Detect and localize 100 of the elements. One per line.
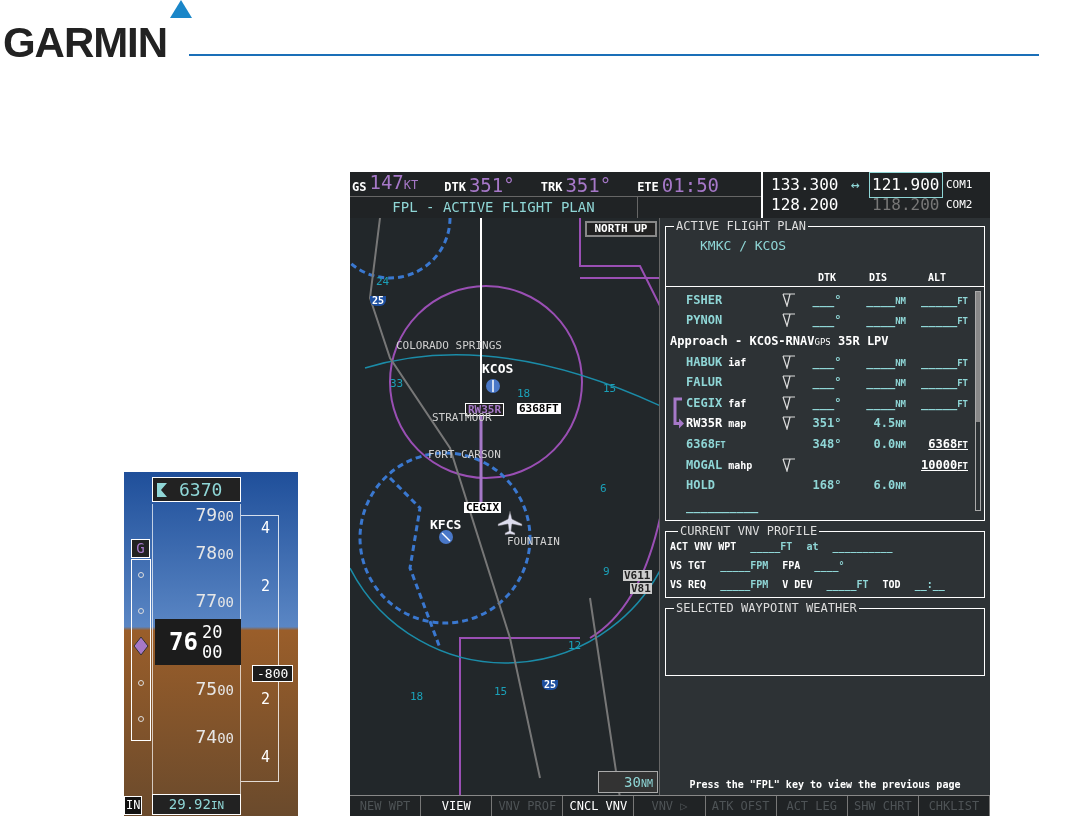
airport-icon [438,529,454,545]
vsi-label: 2 [261,692,271,707]
aircraft-icon [497,510,523,536]
vertical-speed-readout: -800 [252,665,294,682]
alt-value: 6368FT [927,435,968,453]
field-label: V DEV [782,578,813,592]
flight-plan-row[interactable]: 6368FT 348° 0.0NM 6368FT [686,433,984,455]
glideslope-flag: G [131,539,150,558]
field-value: at [806,540,819,554]
alt-value: _____FT [920,312,968,330]
column-header: DTK [816,270,838,285]
alt-value: _____FT [920,291,968,309]
dtk-value: ___° [811,374,843,392]
softkey[interactable]: VIEW [421,796,493,816]
vsi-label: 4 [261,750,271,765]
waypoint-name: HABUK iaf [686,353,748,371]
dis-value: ____NM [865,394,906,412]
hint-text: Press the "FPL" key to view the previous page [688,778,962,792]
triangle-icon [170,0,192,18]
selected-altitude: 6370 [179,478,223,502]
waypoint-name: FALUR [686,374,724,392]
flight-plan-row[interactable]: RW35R map 351° 4.5NM [686,413,984,434]
waypoint-name: __________ [686,497,760,515]
field-label: ACT VNV WPT [670,540,737,554]
com-label: COM1 [946,176,973,193]
swap-arrow: ↔ [849,174,861,196]
dis-value: 0.0NM [872,435,906,453]
range-ring-label: 18 [410,691,424,702]
nav-field-value: 351° [565,174,612,196]
field-label: FPA [782,559,801,573]
dis-value: 6.0NM [872,477,906,495]
com-standby-frequency[interactable]: 121.900 [869,172,943,198]
dis-value: ____NM [865,312,906,330]
alt-value: 10000FT [920,456,968,474]
altitude-tape-label: 7400 [195,728,234,746]
flight-plan-row[interactable]: MOGAL mahp 10000FT [686,454,984,475]
waypoint-label: CEGIX [464,502,502,513]
airway-label: V611 [623,570,652,581]
current-altitude: 76 [169,627,198,658]
clipped-unit-box: IN [124,796,143,815]
flight-plan-row[interactable]: CEGIX faf ___° ____NM _____FT [686,392,984,414]
field-value: __________ [832,540,893,554]
waypoint-name: HOLD [686,477,716,495]
alt-value: _____FT [920,374,968,392]
altitude-bug-icon [157,482,167,497]
flight-plan-row[interactable]: FSHER ___° ____NM _____FT [686,289,984,311]
altitude-tape-label: 7700 [195,592,234,610]
range-ring-label: 15 [603,383,617,394]
range-ring-label: 12 [568,640,582,651]
vsi-label: 4 [261,521,271,536]
altitude-roller-upper: 20 [201,622,223,642]
field-value: _____FPM [720,559,769,573]
flight-plan-row[interactable]: HABUK iaf ___° ____NM _____FT [686,351,984,372]
dtk-value: 351° [811,415,843,433]
dis-value: ____NM [865,353,906,371]
waypoint-name: FSHER [686,291,724,309]
altitude-tape-label: 7900 [195,506,234,524]
altitude-tape-label: 7800 [195,544,234,562]
alt-value: _____FT [920,353,968,371]
panel-title: ACTIVE FLIGHT PLAN [675,220,808,232]
range-ring-label: 33 [390,378,404,389]
nav-field-label: TRK [540,179,563,196]
field-value: __:__ [914,578,945,592]
dtk-value: 168° [811,477,843,495]
airport-label: KCOS [482,362,514,375]
leg-type-icon [782,375,796,390]
vsi-label: 2 [261,579,271,594]
field-value: _____FT [826,578,869,592]
range-ring-label: 9 [603,566,610,577]
flight-plan-row[interactable]: HOLD 168° 6.0NM [686,474,984,496]
dis-value: 4.5NM [872,415,906,433]
flight-plan-row[interactable]: PYNON ___° ____NM _____FT [686,310,984,331]
dtk-value: ___° [811,312,843,330]
flight-plan-row[interactable]: __________ [686,495,984,517]
panel-title: SELECTED WAYPOINT WEATHER [675,602,858,614]
map-orientation-label: NORTH UP [585,221,657,237]
field-label: VS REQ [670,578,707,592]
nav-field-value: 351° [468,174,515,196]
field-label: VS TGT [670,559,707,573]
map-range-box: 30NM [598,771,658,793]
city-label: FOUNTAIN [507,536,560,547]
leg-type-icon [782,354,796,369]
leg-type-icon [782,395,796,410]
altitude-roller-lower: 00 [201,642,223,662]
softkey[interactable]: CNCL VNV [563,796,635,816]
dis-value: ____NM [865,374,906,392]
com-active-frequency: 133.300 [771,174,840,196]
dtk-value: ___° [811,291,843,309]
field-value: _____FT [750,540,793,554]
flight-plan-row[interactable]: FALUR ___° ____NM _____FT [686,371,984,393]
brand-logo: GARMIN [3,19,168,66]
nav-field-value: 01:50 [661,174,720,196]
waypoint-label: 6368FT [517,403,561,414]
field-value: _____FPM [720,578,769,592]
dis-value: ____NM [865,291,906,309]
altitude-tape-label: 7500 [195,680,234,698]
nav-field-label: GS [352,179,367,196]
dtk-value: ___° [811,353,843,371]
range-ring-label: 24 [376,276,390,287]
range-ring-label: 6 [600,483,607,494]
